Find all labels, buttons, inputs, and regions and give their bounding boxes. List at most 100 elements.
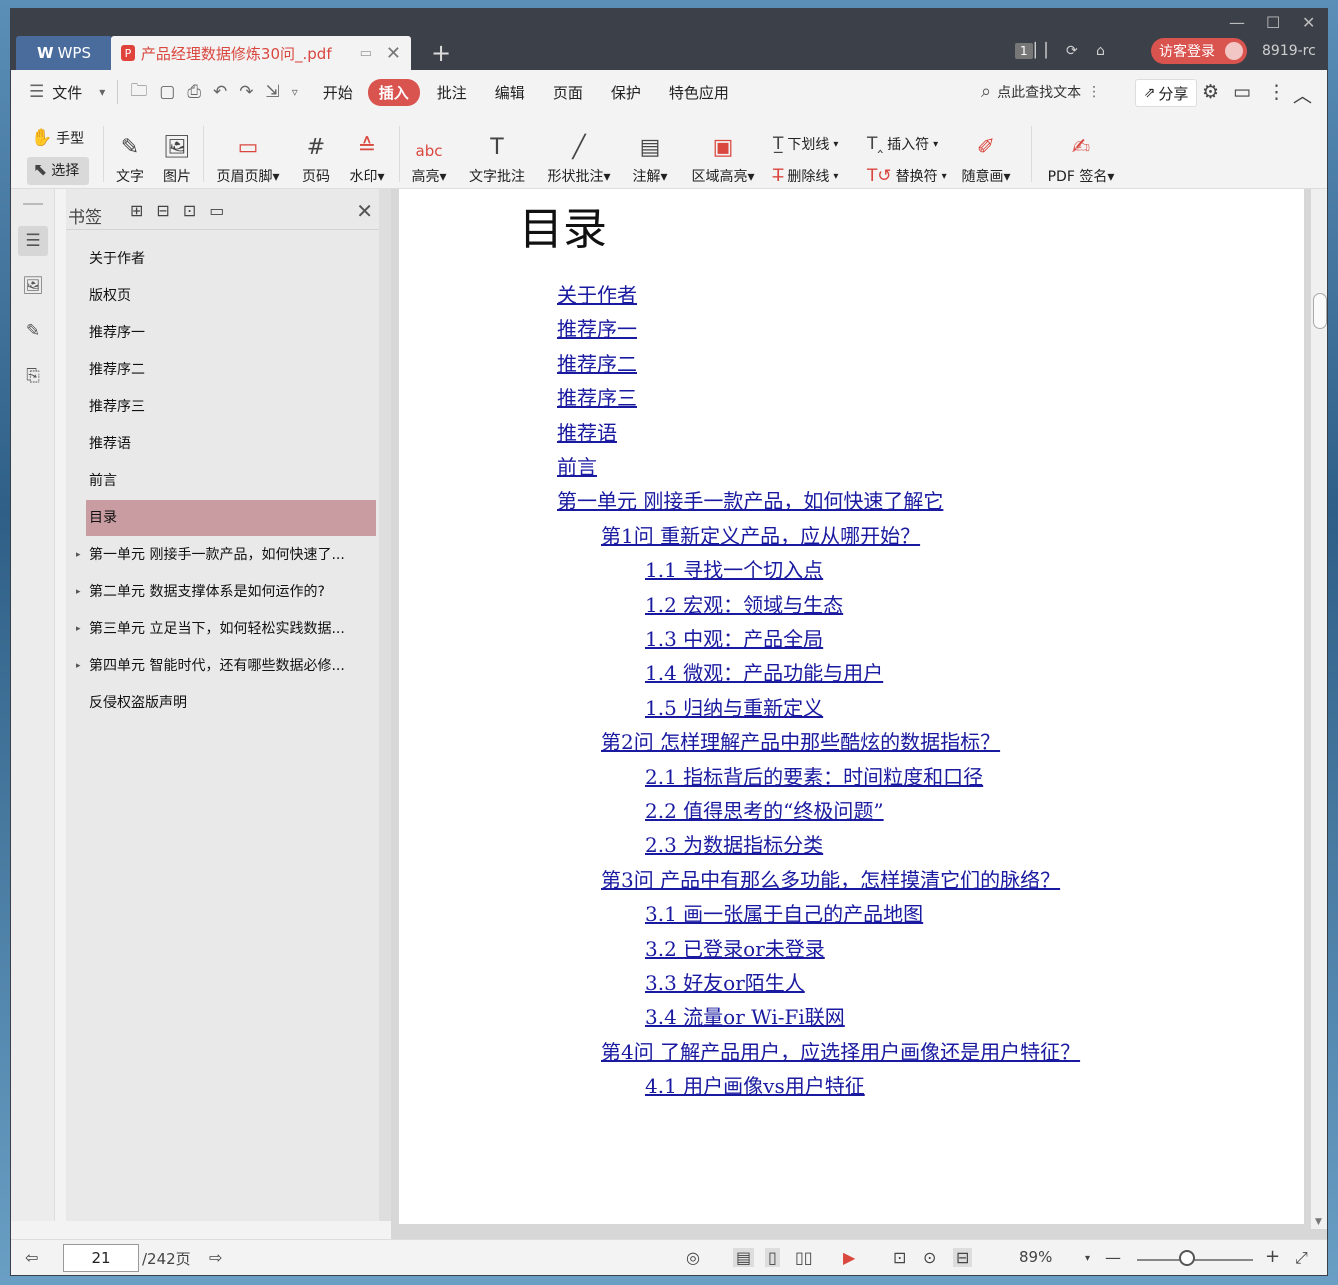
toc-link[interactable]: 1.1 寻找一个切入点 [645,554,823,583]
expand-bookmark-icon[interactable]: ⊡ [183,201,196,220]
settings-gear-icon[interactable]: ⚙ [1202,81,1219,103]
scroll-down-icon[interactable]: ▼ [1315,1217,1322,1227]
menu-special-apps[interactable]: 特色应用 [658,82,740,103]
toc-link[interactable]: 推荐序一 [557,313,637,342]
delete-bookmark-icon[interactable]: ⊟ [156,201,169,220]
bookmark-item[interactable]: 反侵权盗版声明 [86,685,376,721]
continuous-scroll-icon[interactable]: ▤ [733,1248,755,1267]
hand-tool-button[interactable]: ✋ 手型 [31,128,84,148]
insert-char-button[interactable]: T‸ 插入符 ▾ [867,134,938,154]
toc-link[interactable]: 1.4 微观：产品功能与用户 [645,657,883,686]
menu-edit[interactable]: 编辑 [484,82,536,103]
bookmark-item[interactable]: 前言 [86,463,376,499]
bookmark-item[interactable]: 第一单元 刚接手一款产品，如何快速了... [86,537,376,573]
play-slideshow-icon[interactable]: ▶ [843,1248,855,1267]
header-footer-button[interactable]: ▭ 页眉页脚▾ [211,126,285,186]
toc-link[interactable]: 3.1 画一张属于自己的产品地图 [645,898,923,927]
page-count-indicator[interactable]: 1 ▏▏ [1015,39,1056,63]
expand-arrow-icon[interactable]: ▸ [76,648,81,684]
toc-link[interactable]: 3.3 好友or陌生人 [645,967,805,996]
share-button[interactable]: ⇗ 分享 [1135,79,1197,107]
zoom-in-icon[interactable]: + [1265,1246,1280,1267]
document-tab[interactable]: P 产品经理数据修炼30问_.pdf ▭ ✕ [111,36,411,70]
open-folder-icon[interactable]: 🗀 [124,78,153,107]
expand-arrow-icon[interactable]: ▸ [76,611,81,647]
toc-link[interactable]: 第3问 产品中有那么多功能，怎样摸清它们的脉络？ [601,864,1060,893]
guest-login-button[interactable]: 访客登录 [1151,38,1247,64]
chevron-down-icon[interactable]: ▾ [93,85,111,99]
menu-protect[interactable]: 保护 [600,82,652,103]
toc-link[interactable]: 推荐语 [557,417,617,446]
zoom-dropdown-icon[interactable]: ▾ [1085,1253,1090,1264]
toc-link[interactable]: 3.2 已登录or未登录 [645,933,825,962]
toc-link[interactable]: 1.2 宏观：领域与生态 [645,589,843,618]
expand-arrow-icon[interactable]: ▸ [76,574,81,610]
toc-link[interactable]: 1.5 归纳与重新定义 [645,692,823,721]
zoom-slider-handle[interactable] [1179,1250,1195,1266]
scrollbar-thumb[interactable] [1313,293,1327,329]
insert-text-button[interactable]: ✎ 文字 [112,126,148,186]
toc-link[interactable]: 关于作者 [557,279,637,308]
toc-link[interactable]: 第4问 了解产品用户，应选择用户画像还是用户特征？ [601,1036,1080,1065]
signatures-panel-icon[interactable]: ⎘ [18,361,48,391]
quick-access-dropdown-icon[interactable]: ▿ [286,85,304,99]
close-panel-icon[interactable]: ✕ [356,199,373,223]
previous-page-icon[interactable]: ⇦ [25,1248,38,1267]
document-scrollbar[interactable]: ▼ [1311,189,1327,1229]
more-icon[interactable]: ⋮ [1267,81,1286,103]
bookmark-item[interactable]: 推荐序一 [86,315,376,351]
highlight-button[interactable]: abc 高亮▾ [407,126,451,186]
eye-protection-icon[interactable]: ◎ [686,1248,700,1267]
menu-start[interactable]: 开始 [312,82,364,103]
text-comment-button[interactable]: T 文字批注 [465,126,529,186]
bookmark-item[interactable]: 推荐序二 [86,352,376,388]
bookmark-item[interactable]: 推荐序三 [86,389,376,425]
bookmark-item[interactable]: 版权页 [86,278,376,314]
close-window-icon[interactable]: ✕ [1302,13,1315,32]
wps-home-tab[interactable]: W WPS [16,36,112,70]
toc-link[interactable]: 2.2 值得思考的“终极问题” [645,795,884,824]
zoom-level[interactable]: 89% [1019,1248,1052,1266]
replace-char-button[interactable]: T↺ 替换符 ▾ [867,166,947,186]
menu-page[interactable]: 页面 [542,82,594,103]
undo-icon[interactable]: ↶ [207,82,233,102]
bookmark-item[interactable]: 第四单元 智能时代，还有哪些数据必修... [86,648,376,684]
expand-arrow-icon[interactable]: ▸ [76,537,81,573]
fit-page-icon[interactable]: ⊙ [923,1248,936,1267]
bookmark-item[interactable]: 目录 [86,500,376,536]
thumbnails-panel-icon[interactable]: 🖼 [18,271,48,301]
comments-icon[interactable]: ▭ [1233,81,1251,103]
bookmarks-scrollbar[interactable] [379,189,391,1221]
bookmark-item[interactable]: 第三单元 立足当下，如何轻松实践数据... [86,611,376,647]
skin-icon[interactable]: ⌂ [1096,39,1105,63]
toc-link[interactable]: 第一单元 刚接手一款产品，如何快速了解它 [557,485,943,514]
bookmark-options-icon[interactable]: ▭ [209,201,224,220]
document-viewport[interactable]: 目录 关于作者 推荐序一 推荐序二 推荐序三 推荐语 前言 第一单元 刚接手一款产品，如何快… [391,189,1327,1239]
annotations-panel-icon[interactable]: ✎ [18,316,48,346]
select-tool-button[interactable]: ⬉ 选择 [33,160,79,180]
toc-link[interactable]: 第1问 重新定义产品，应从哪开始？ [601,520,920,549]
minimize-icon[interactable]: — [1229,13,1245,32]
strikethrough-button[interactable]: T̶ 删除线 ▾ [773,166,838,186]
toc-link[interactable]: 推荐序二 [557,348,637,377]
next-page-icon[interactable]: ⇨ [209,1248,222,1267]
area-highlight-button[interactable]: ▣ 区域高亮▾ [685,126,761,186]
redo-icon[interactable]: ↷ [233,82,259,102]
toc-link[interactable]: 推荐序三 [557,382,637,411]
two-page-icon[interactable]: ▯▯ [795,1248,813,1267]
hamburger-menu-icon[interactable]: ☰ [23,82,50,102]
menu-file[interactable]: 文件 [50,82,93,103]
toc-link[interactable]: 第2问 怎样理解产品中那些酷炫的数据指标？ [601,726,1000,755]
pin-icon[interactable]: ▭ [360,46,372,61]
print-icon[interactable]: ⎙ [181,82,207,102]
close-tab-icon[interactable]: ✕ [386,43,401,64]
bookmark-item[interactable]: 推荐语 [86,426,376,462]
watermark-button[interactable]: ≙ 水印▾ [345,126,389,186]
toc-link[interactable]: 1.3 中观：产品全局 [645,623,823,652]
menu-insert[interactable]: 插入 [367,78,420,106]
single-page-icon[interactable]: ▯ [765,1248,780,1267]
underline-button[interactable]: T̲ 下划线 ▾ [773,134,838,154]
bookmark-item[interactable]: 关于作者 [86,241,376,277]
bookmarks-panel-icon[interactable]: ☰ [18,226,48,256]
toc-link[interactable]: 2.3 为数据指标分类 [645,829,823,858]
